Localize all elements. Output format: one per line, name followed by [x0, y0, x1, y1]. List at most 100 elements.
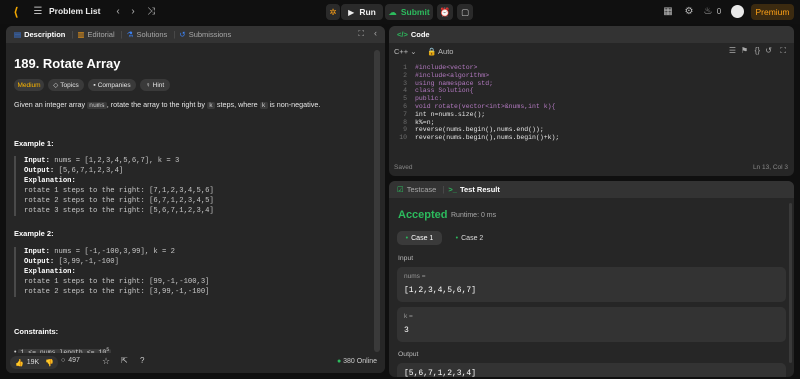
flask-icon: ⚗: [126, 30, 134, 39]
example-2-title: Example 2:: [14, 229, 54, 238]
code-text: public:: [415, 95, 443, 103]
comment-icon: ○: [61, 357, 66, 364]
save-status: Saved: [394, 164, 413, 171]
line-number: 7: [403, 110, 407, 118]
run-button[interactable]: ▶ Run: [341, 4, 383, 20]
shuffle-icon[interactable]: ⤨: [145, 5, 157, 19]
note-icon: ▢: [460, 6, 470, 17]
auto-mode-toggle[interactable]: 🔒 Auto: [427, 47, 453, 56]
line-number: 6: [403, 103, 407, 110]
bug-icon: ✲: [329, 6, 337, 17]
tab-test-result[interactable]: >_ Test Result: [448, 185, 499, 194]
user-avatar[interactable]: [731, 5, 744, 18]
thumbs-up-icon: 👍: [15, 359, 24, 367]
alarm-icon: ⏰: [439, 6, 451, 17]
next-problem-icon[interactable]: ›: [128, 5, 138, 19]
like-button[interactable]: 👍 19K 👎: [10, 356, 58, 369]
reset-icon[interactable]: ↺: [765, 46, 772, 55]
leetcode-logo[interactable]: ⟨: [10, 5, 22, 19]
line-number: 10: [399, 134, 407, 142]
code-line[interactable]: 4 class Solution{: [393, 87, 473, 95]
prev-problem-icon[interactable]: ‹: [113, 5, 123, 19]
code-line[interactable]: 6 void rotate(vector<int>&nums,int k){: [393, 103, 555, 111]
format-icon[interactable]: ☰: [729, 46, 736, 55]
tag-icon: ◇: [53, 82, 59, 89]
code-icon: </>: [397, 30, 408, 39]
k-label: k =: [404, 313, 413, 320]
code-tab-bar: </> Code: [389, 26, 794, 43]
star-icon[interactable]: ☆: [102, 356, 110, 367]
language-select[interactable]: C++ ⌄: [394, 47, 417, 56]
run-label: Run: [359, 7, 376, 17]
cloud-upload-icon: ☁: [388, 6, 397, 17]
k-value: 3: [404, 326, 409, 335]
tab-description[interactable]: ▤ Description: [14, 30, 65, 39]
code-line[interactable]: 5 public:: [393, 95, 442, 103]
code-line[interactable]: 2 #include<algorithm>: [393, 72, 489, 80]
tab-submissions[interactable]: ↺ Submissions: [179, 30, 231, 39]
code-text: reverse(nums.begin(),nums.end());: [415, 126, 544, 134]
description-scrollbar[interactable]: [374, 50, 380, 352]
streak-count: 0: [716, 7, 722, 16]
lightbulb-icon: ♀: [145, 81, 151, 89]
comments-button[interactable]: ○ 497: [61, 357, 80, 364]
chevron-down-icon: ⌄: [410, 47, 417, 56]
problem-list-link[interactable]: Problem List: [49, 6, 100, 16]
case-2-tab[interactable]: • Case 2: [447, 231, 492, 245]
braces-icon[interactable]: {}: [755, 46, 760, 55]
bookmark-icon[interactable]: ⚑: [741, 46, 748, 55]
fullscreen-icon[interactable]: ⛶: [780, 46, 786, 56]
code-text: #include<algorithm>: [415, 71, 490, 79]
nums-value: [1,2,3,4,5,6,7]: [404, 286, 477, 295]
notes-button[interactable]: ▢: [457, 4, 473, 20]
submit-label: Submit: [400, 7, 430, 17]
book-icon: ▥: [77, 30, 85, 39]
tab-solutions[interactable]: ⚗ Solutions: [127, 30, 168, 39]
debug-button[interactable]: ✲: [326, 4, 340, 20]
lock-icon: 🔒: [427, 47, 437, 56]
code-text: using namespace std;: [415, 79, 494, 87]
description-tab-bar: ▤ Description | ▥ Editorial | ⚗ Solutions |…: [6, 26, 385, 43]
code-line[interactable]: 7 int n=nums.size();: [393, 111, 485, 119]
share-icon[interactable]: ⇱: [121, 356, 128, 365]
k-box: k = 3: [397, 307, 786, 342]
topics-chip[interactable]: ◇ Topics: [48, 79, 84, 91]
flame-streak-icon[interactable]: ♨: [703, 5, 713, 19]
code-line[interactable]: 10 reverse(nums.begin(),nums.begin()+k);: [393, 134, 559, 142]
result-scrollbar[interactable]: [789, 203, 792, 363]
thumbs-down-icon[interactable]: 👎: [45, 359, 54, 367]
play-icon: ▶: [348, 7, 355, 17]
premium-button[interactable]: Premium: [751, 4, 794, 20]
help-icon[interactable]: ?: [140, 356, 144, 365]
description-panel: ▤ Description | ▥ Editorial | ⚗ Solutions |…: [6, 26, 385, 373]
timer-button[interactable]: ⏰: [437, 4, 453, 20]
code-line[interactable]: 8 k%=n;: [393, 119, 434, 127]
difficulty-badge: Medium: [14, 79, 44, 91]
tab-testcase[interactable]: ☑ Testcase: [397, 185, 436, 194]
code-line[interactable]: 1 #include<vector>: [393, 64, 477, 72]
top-bar: ⟨ ☰ Problem List ‹ › ⤨ ✲ ▶ Run ☁ Submit ⏰ …: [0, 0, 800, 24]
online-count: ● 380 Online: [336, 358, 377, 365]
list-icon[interactable]: ☰: [33, 5, 43, 19]
settings-gear-icon[interactable]: ⚙: [683, 5, 695, 19]
example-1-block: Input: nums = [1,2,3,4,5,6,7], k = 3 Out…: [14, 156, 368, 216]
hint-chip[interactable]: ♀ Hint: [140, 79, 170, 91]
submit-button[interactable]: ☁ Submit: [385, 4, 433, 20]
tab-editorial[interactable]: ▥ Editorial: [77, 30, 114, 39]
output-value: [5,6,7,1,2,3,4]: [404, 369, 477, 377]
collapse-icon[interactable]: ‹: [374, 28, 377, 38]
maximize-icon[interactable]: ⛶: [358, 29, 364, 39]
description-footer: 👍 19K 👎 ○ 497 ☆ ⇱ ? ● 380 Online: [6, 353, 385, 373]
case-1-tab[interactable]: • Case 1: [397, 231, 442, 245]
document-icon: ▤: [14, 30, 22, 39]
companies-chip[interactable]: ▪ Companies: [88, 79, 136, 91]
result-panel: ☑ Testcase | >_ Test Result Accepted Runti…: [389, 181, 794, 377]
problem-statement: Given an integer array nums, rotate the …: [14, 100, 321, 109]
layout-grid-icon[interactable]: ▦: [662, 5, 674, 19]
terminal-icon: >_: [448, 185, 457, 194]
code-text: reverse(nums.begin(),nums.begin()+k);: [415, 134, 560, 142]
code-line[interactable]: 9 reverse(nums.begin(),nums.end());: [393, 126, 544, 134]
runtime: Runtime: 0 ms: [451, 212, 497, 219]
tab-code[interactable]: </> Code: [397, 30, 430, 39]
code-line[interactable]: 3 using namespace std;: [393, 80, 493, 88]
